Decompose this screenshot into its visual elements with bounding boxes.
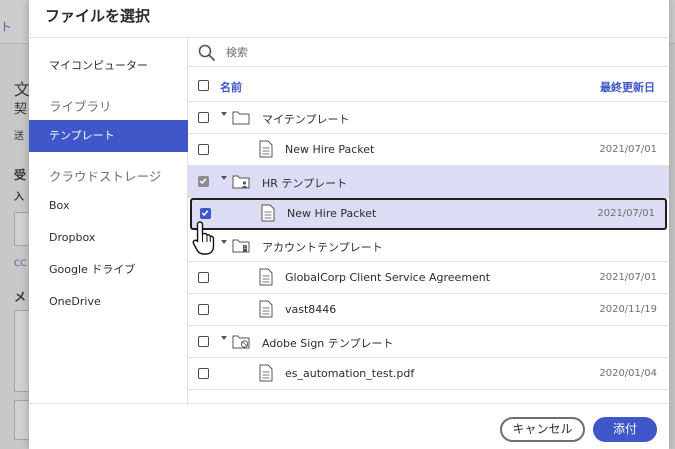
- row-name: Adobe Sign テンプレート: [262, 337, 394, 350]
- row-checkbox[interactable]: [198, 176, 209, 187]
- source-nav: マイコンピューター ライブラリ テンプレート クラウドストレージ Box Dro…: [29, 38, 188, 405]
- table-row-folder[interactable]: マイテンプレート: [188, 102, 669, 134]
- attach-button[interactable]: 添付: [593, 417, 657, 442]
- document-icon: [261, 204, 275, 222]
- row-name: New Hire Packet: [287, 207, 377, 220]
- row-name: アカウントテンプレート: [262, 241, 383, 254]
- hand-cursor-icon: [192, 221, 215, 255]
- nav-box[interactable]: Box: [29, 190, 188, 222]
- file-select-dialog: ファイルを選択 マイコンピューター ライブラリ テンプレート クラウドストレージ…: [29, 0, 669, 449]
- row-date: 2020/11/19: [599, 304, 657, 315]
- nav-cloud-heading: クラウドストレージ: [49, 169, 162, 184]
- row-name: vast8446: [285, 303, 337, 316]
- globe-folder-icon: [232, 335, 250, 349]
- document-icon: [259, 140, 273, 158]
- table-row-file[interactable]: GlobalCorp Client Service Agreement 2021…: [188, 262, 669, 294]
- nav-library-heading: ライブラリ: [49, 99, 112, 114]
- search-icon: [198, 44, 215, 61]
- select-all-checkbox[interactable]: [198, 80, 209, 91]
- expand-caret-icon[interactable]: [221, 176, 227, 180]
- row-name: GlobalCorp Client Service Agreement: [285, 271, 491, 284]
- row-checkbox[interactable]: [200, 208, 211, 219]
- nav-google-drive[interactable]: Google ドライブ: [29, 254, 188, 286]
- row-date: 2021/07/01: [597, 208, 655, 219]
- row-date: 2021/07/01: [599, 144, 657, 155]
- building-folder-icon: [232, 239, 250, 253]
- row-checkbox[interactable]: [198, 336, 209, 347]
- folder-icon: [232, 111, 250, 125]
- table-row-folder[interactable]: HR テンプレート: [188, 166, 669, 198]
- people-folder-icon: [232, 175, 250, 189]
- search-bar: [188, 38, 669, 67]
- row-name: HR テンプレート: [262, 177, 348, 190]
- column-name-header[interactable]: 名前: [220, 79, 242, 95]
- nav-onedrive[interactable]: OneDrive: [29, 286, 188, 318]
- table-row-folder[interactable]: アカウントテンプレート: [188, 230, 669, 262]
- row-checkbox[interactable]: [198, 112, 209, 123]
- nav-my-computer[interactable]: マイコンピューター: [29, 50, 188, 82]
- row-name: New Hire Packet: [285, 143, 375, 156]
- expand-caret-icon[interactable]: [221, 112, 227, 116]
- nav-templates[interactable]: テンプレート: [29, 120, 188, 152]
- search-input[interactable]: [226, 43, 646, 62]
- document-icon: [259, 364, 273, 382]
- dialog-title: ファイルを選択: [45, 7, 151, 25]
- row-checkbox[interactable]: [198, 144, 209, 155]
- cancel-button[interactable]: キャンセル: [500, 417, 585, 442]
- column-date-header[interactable]: 最終更新日: [600, 79, 655, 95]
- table-row-file[interactable]: New Hire Packet 2021/07/01: [188, 134, 669, 166]
- table-row-file[interactable]: vast8446 2020/11/19: [188, 294, 669, 326]
- row-date: 2021/07/01: [599, 272, 657, 283]
- table-row-file[interactable]: New Hire Packet 2021/07/01: [190, 198, 667, 230]
- dialog-body: マイコンピューター ライブラリ テンプレート クラウドストレージ Box Dro…: [29, 37, 669, 405]
- row-checkbox[interactable]: [198, 368, 209, 379]
- expand-caret-icon[interactable]: [221, 336, 227, 340]
- nav-dropbox[interactable]: Dropbox: [29, 222, 188, 254]
- row-name: マイテンプレート: [262, 113, 350, 126]
- row-date: 2020/01/04: [599, 368, 657, 379]
- row-name: es_automation_test.pdf: [285, 367, 415, 380]
- table-row-file[interactable]: es_automation_test.pdf 2020/01/04: [188, 358, 669, 390]
- table-header: 名前 最終更新日: [188, 70, 669, 102]
- table-row-folder[interactable]: Adobe Sign テンプレート: [188, 326, 669, 358]
- expand-caret-icon[interactable]: [221, 240, 227, 244]
- document-icon: [259, 300, 273, 318]
- document-icon: [259, 268, 273, 286]
- row-checkbox[interactable]: [198, 304, 209, 315]
- file-panel: 名前 最終更新日 マイテンプレート: [188, 38, 669, 405]
- row-checkbox[interactable]: [198, 272, 209, 283]
